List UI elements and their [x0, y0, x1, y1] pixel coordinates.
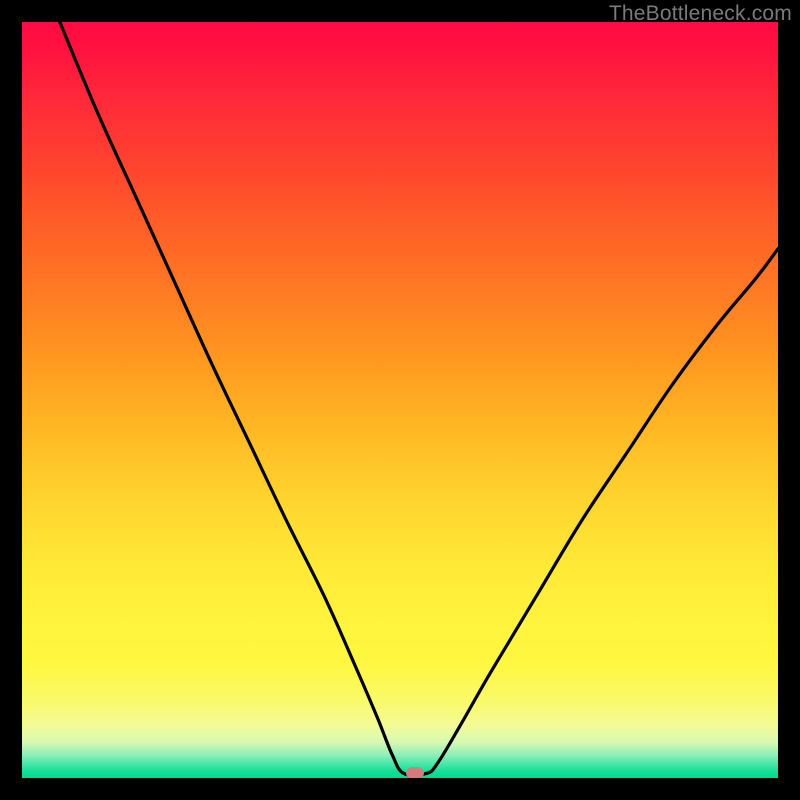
optimal-point-marker [406, 767, 424, 778]
plot-area [22, 22, 778, 778]
chart-frame: TheBottleneck.com [0, 0, 800, 800]
bottleneck-curve [22, 22, 778, 778]
